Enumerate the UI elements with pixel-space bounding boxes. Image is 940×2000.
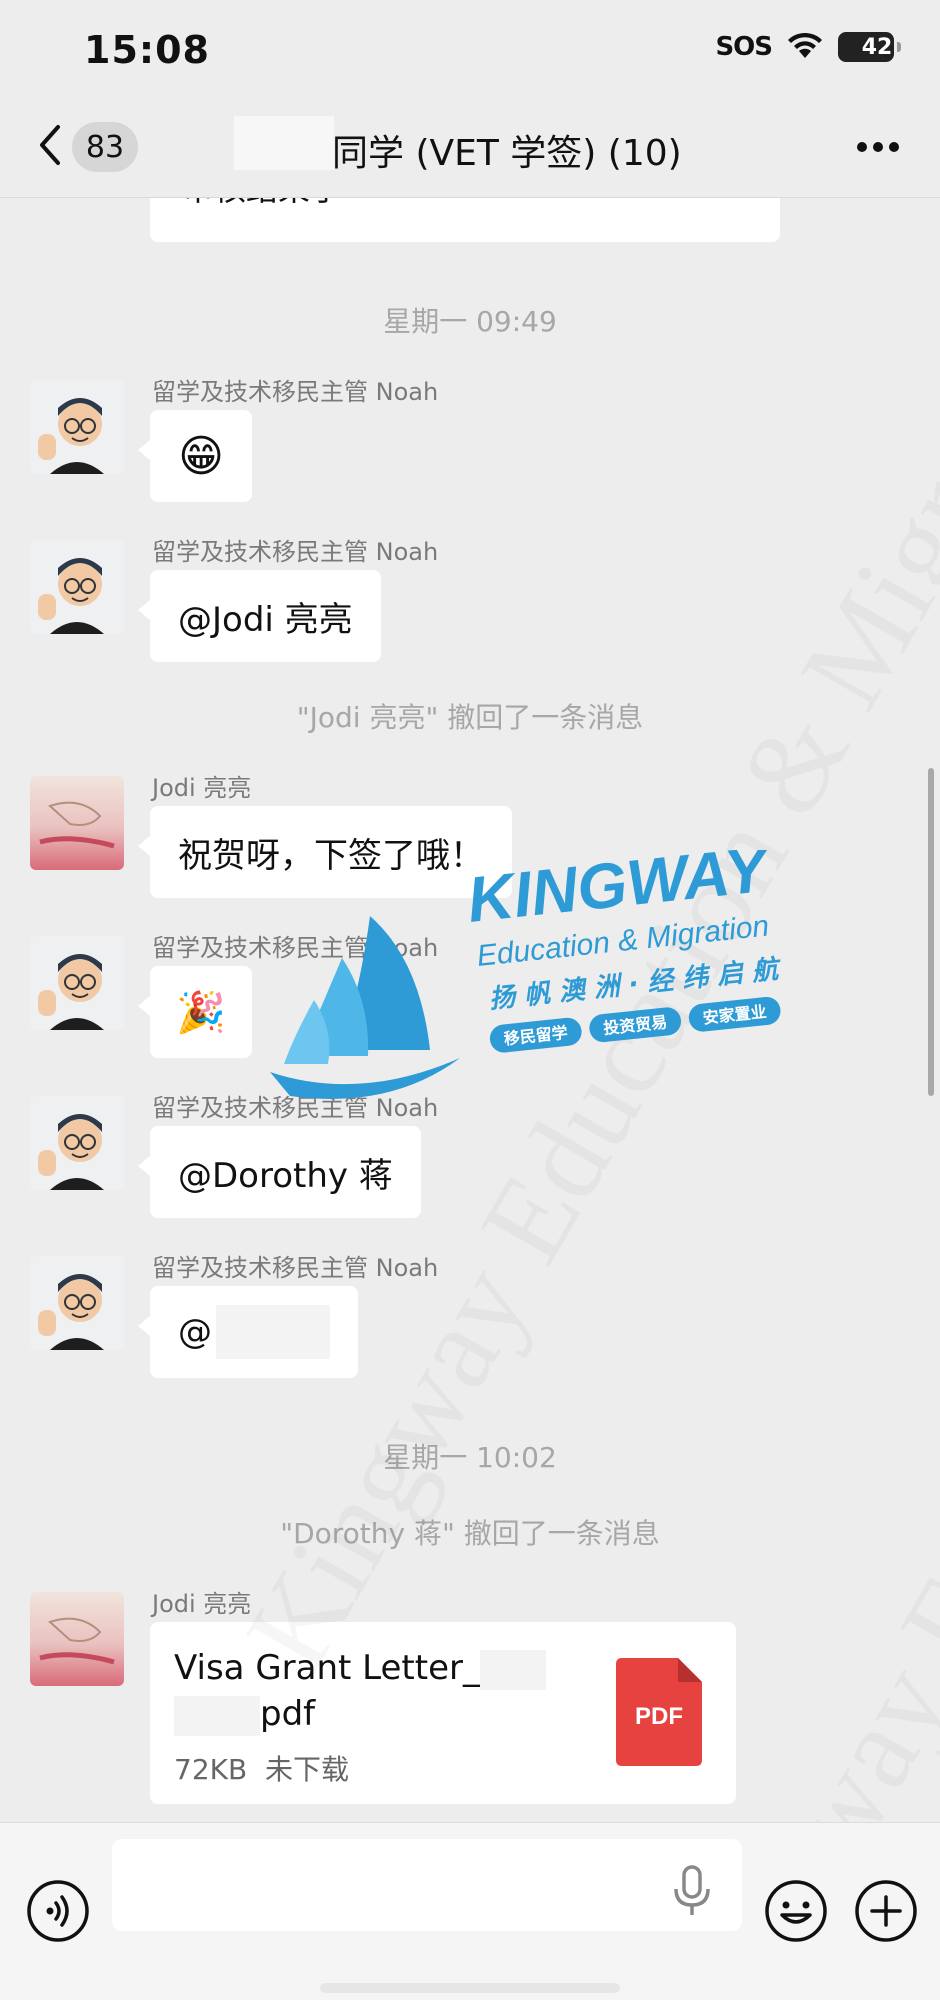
sender-name: 留学及技术移民主管 Noah <box>152 1254 439 1282</box>
sender-name: 留学及技术移民主管 Noah <box>152 538 439 566</box>
sender-name: 留学及技术移民主管 Noah <box>152 378 439 406</box>
message-bubble[interactable]: @Dorothy 蒋 <box>138 1126 421 1218</box>
recall-notice: "Dorothy 蒋" 撤回了一条消息 <box>280 1517 660 1550</box>
sailboat-logo-icon: KINGWAY Education & Migration 扬 帆 澳 洲 · … <box>270 832 783 1099</box>
file-meta: 72KB 未下载 <box>174 1753 350 1786</box>
avatar-noah[interactable] <box>30 540 124 634</box>
message-text: @Dorothy 蒋 <box>178 1155 393 1196</box>
message-bubble[interactable]: 🎉 <box>138 966 252 1058</box>
redacted-file-name <box>479 1649 546 1690</box>
sos-indicator: SOS <box>715 32 773 62</box>
avatar-jodi[interactable] <box>30 1592 124 1686</box>
timestamp: 星期一 09:49 <box>383 305 557 338</box>
voice-icon <box>27 1880 89 1942</box>
redacted-title-part <box>234 116 334 170</box>
message-bubble[interactable]: 😁 <box>138 410 252 502</box>
more-functions-button[interactable] <box>854 1879 918 1943</box>
more-options-button[interactable] <box>856 138 900 157</box>
chat-title: 同学 (VET 学签) (10) <box>332 133 682 174</box>
memoji-avatar-icon <box>30 1256 124 1350</box>
smiley-icon <box>765 1880 827 1942</box>
file-name-line-1: Visa Grant Letter_ <box>174 1648 546 1690</box>
message-bubble[interactable]: @ <box>138 1286 358 1378</box>
back-button[interactable]: 83 <box>36 122 138 172</box>
plus-icon <box>855 1880 917 1942</box>
file-name-line-2: pdf <box>174 1694 315 1736</box>
file-attachment[interactable]: Visa Grant Letter_ pdf 72KB 未下载 PDF <box>150 1622 736 1804</box>
avatar-noah[interactable] <box>30 380 124 474</box>
more-dots-icon <box>857 142 899 152</box>
battery-level: 42 <box>861 34 893 60</box>
chevron-left-icon <box>36 123 62 171</box>
avatar-noah[interactable] <box>30 1096 124 1190</box>
avatar-noah[interactable] <box>30 1256 124 1350</box>
redacted-file-name <box>174 1695 260 1736</box>
grinning-emoji: 😁 <box>178 430 224 482</box>
unread-count-badge: 83 <box>72 122 138 172</box>
message-text: @ <box>178 1312 212 1352</box>
painting-avatar-icon <box>30 776 124 870</box>
emoji-button[interactable] <box>764 1879 828 1943</box>
memoji-avatar-icon <box>30 936 124 1030</box>
microphone-icon[interactable] <box>672 1865 712 1917</box>
battery-icon: 42 <box>838 32 901 62</box>
status-time: 15:08 <box>84 28 210 72</box>
chat-header: 83 同学 (VET 学签) (10) <box>0 100 940 198</box>
avatar-noah[interactable] <box>30 936 124 1030</box>
home-indicator <box>320 1983 620 1993</box>
message-bubble[interactable]: @Jodi 亮亮 <box>138 570 381 662</box>
scrollbar[interactable] <box>928 768 934 1096</box>
redacted-mention <box>216 1305 330 1359</box>
status-icons: SOS 42 <box>715 30 901 64</box>
pdf-label: PDF <box>635 1703 683 1730</box>
voice-input-button[interactable] <box>26 1879 90 1943</box>
message-text: @Jodi 亮亮 <box>178 599 353 640</box>
input-bar <box>0 1822 940 2000</box>
message-input[interactable] <box>112 1839 742 1931</box>
wifi-icon <box>786 30 824 64</box>
memoji-avatar-icon <box>30 380 124 474</box>
sender-name: Jodi 亮亮 <box>152 774 252 802</box>
party-popper-emoji: 🎉 <box>176 989 226 1036</box>
memoji-avatar-icon <box>30 540 124 634</box>
memoji-avatar-icon <box>30 1096 124 1190</box>
pdf-file-icon: PDF <box>616 1658 702 1766</box>
kingway-watermark: KINGWAY Education & Migration 扬 帆 澳 洲 · … <box>270 832 810 1110</box>
status-bar: 15:08 SOS 42 <box>0 0 940 100</box>
painting-avatar-icon <box>30 1592 124 1686</box>
avatar-jodi[interactable] <box>30 776 124 870</box>
